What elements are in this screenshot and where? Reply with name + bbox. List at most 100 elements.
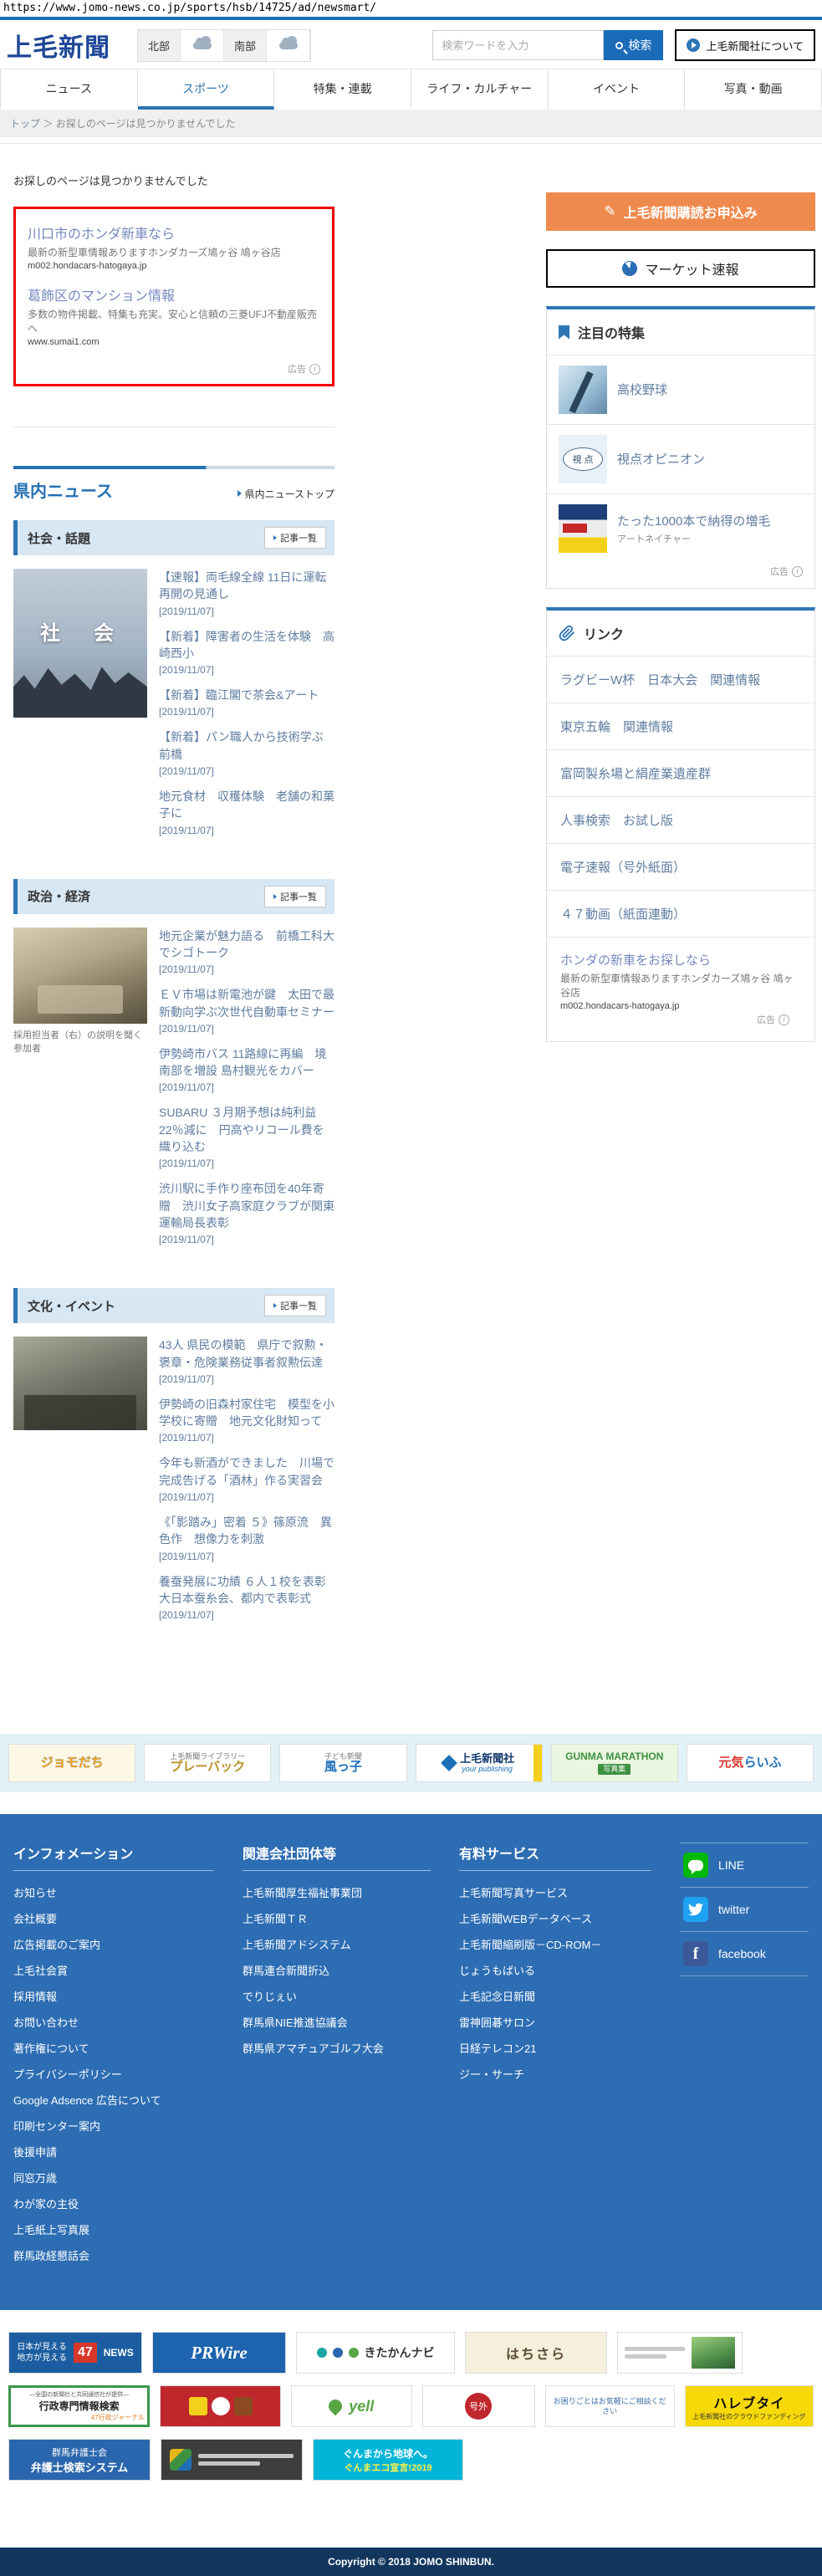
featured-item-koukou-yakyu[interactable]: 高校野球 xyxy=(547,355,814,424)
article-link[interactable]: 伊勢崎の旧森村家住宅 模型を小学校に寄贈 地元文化財知って xyxy=(159,1396,334,1430)
tab-sports[interactable]: スポーツ xyxy=(137,69,275,110)
silk-heritage-banner[interactable] xyxy=(617,2332,743,2374)
tab-features[interactable]: 特集・連載 xyxy=(274,69,412,110)
footer-link[interactable]: 雷神囲碁サロン xyxy=(459,2014,651,2030)
footer-link[interactable]: 上毛紙上写真展 xyxy=(13,2221,214,2237)
footer-link[interactable]: お問い合わせ xyxy=(13,2014,214,2030)
bar-association-banner[interactable]: 群馬弁護士会 弁護士検索システム xyxy=(8,2439,151,2481)
footer-link[interactable]: 採用情報 xyxy=(13,1988,214,2004)
playback-banner[interactable]: 上毛新聞ライブラリー プレーバック xyxy=(144,1744,272,1783)
politics-photo[interactable] xyxy=(13,927,147,1024)
gunma-eco-banner[interactable]: ぐんまから地球へ。 ぐんまエコ宣言!2019 xyxy=(313,2439,463,2481)
featured-item-shiten-opinion[interactable]: 視 点 視点オピニオン xyxy=(547,424,814,493)
link-47-video[interactable]: ４７動画（紙面連動） xyxy=(547,890,814,937)
footer-link[interactable]: 上毛新聞写真サービス xyxy=(459,1884,651,1900)
gogai-banner[interactable]: 号外 xyxy=(421,2385,535,2428)
marathon-banner[interactable]: GUNMA MARATHON 写真集 xyxy=(550,1744,678,1783)
footer-link[interactable]: 印刷センター案内 xyxy=(13,2118,214,2134)
article-link[interactable]: 【速報】両毛線全線 11日に運転再開の見通し xyxy=(159,569,334,603)
footer-link[interactable]: 後援申請 xyxy=(13,2144,214,2159)
footer-link[interactable]: プライバシーポリシー xyxy=(13,2066,214,2082)
footer-link[interactable]: でりじぇい xyxy=(243,1988,431,2004)
gunma-food-banner[interactable] xyxy=(160,2385,281,2428)
footer-link[interactable]: わが家の主役 xyxy=(13,2195,214,2211)
tab-news[interactable]: ニュース xyxy=(0,69,138,110)
article-link[interactable]: 地元企業が魅力語る 前橋工科大でシゴトーク xyxy=(159,928,334,962)
kitakan-navi-banner[interactable]: きたかんナビ xyxy=(296,2332,455,2374)
article-list-button[interactable]: 記事一覧 xyxy=(264,885,326,907)
article-link[interactable]: ＥＶ市場は新電池が鍵 太田で最新動向学ぶ次世代自動車セミナー xyxy=(159,986,334,1020)
footer-link[interactable]: 上毛社会賞 xyxy=(13,1962,214,1978)
footer-link[interactable]: 群馬県アマチュアゴルフ大会 xyxy=(243,2040,431,2056)
footer-link[interactable]: 群馬県NIE推進協議会 xyxy=(243,2014,431,2030)
adchoices-icon[interactable]: i xyxy=(309,363,320,375)
footer-link[interactable]: 群馬連合新聞折込 xyxy=(243,1962,431,1978)
footer-link[interactable]: 同窓万歳 xyxy=(13,2170,214,2185)
article-link[interactable]: 【新着】臨江閣で茶会&アート xyxy=(159,687,334,703)
kennai-top-link[interactable]: 県内ニューストップ xyxy=(237,487,334,501)
research-foundation-banner[interactable] xyxy=(161,2439,303,2481)
link-olympics[interactable]: 東京五輪 関連情報 xyxy=(547,703,814,749)
jomodachi-banner[interactable]: ジョモだち xyxy=(8,1744,136,1783)
article-link[interactable]: SUBARU ３月期予想は純利益22％減に 円高やリコール費を織り込む xyxy=(159,1104,334,1155)
sns-facebook-link[interactable]: f facebook xyxy=(680,1932,809,1977)
genki-life-banner[interactable]: 元気らいふ xyxy=(686,1744,814,1783)
ad-title-link[interactable]: 葛飾区のマンション情報 xyxy=(28,284,320,304)
prwire-banner[interactable]: PRWire xyxy=(152,2332,286,2374)
site-logo[interactable]: 上毛新聞 xyxy=(7,27,110,64)
article-link[interactable]: 《「影踏み」密着 ５》篠原流 異色作 想像力を刺激 xyxy=(159,1514,334,1548)
about-company-button[interactable]: 上毛新聞社について xyxy=(675,29,815,61)
link-denshi-sokuho[interactable]: 電子速報（号外紙面） xyxy=(547,843,814,890)
footer-link[interactable]: 上毛新聞アドシステム xyxy=(243,1936,431,1952)
ad-title-link[interactable]: 川口市のホンダ新車なら xyxy=(28,222,320,243)
publishing-banner[interactable]: 上毛新聞社 your publishing xyxy=(415,1744,543,1783)
footer-link[interactable]: 広告掲載のご案内 xyxy=(13,1936,214,1952)
article-list-button[interactable]: 記事一覧 xyxy=(264,1295,326,1317)
hachisara-banner[interactable]: はちさら xyxy=(465,2332,607,2374)
sns-line-link[interactable]: LINE xyxy=(680,1843,809,1889)
footer-link[interactable]: 会社概要 xyxy=(13,1910,214,1926)
link-rugby[interactable]: ラグビーW杯 日本大会 関連情報 xyxy=(547,656,814,703)
adchoices-icon[interactable]: i xyxy=(792,565,803,577)
footer-link[interactable]: お知らせ xyxy=(13,1884,214,1900)
market-report-button[interactable]: マーケット速報 xyxy=(546,249,815,288)
search-button[interactable]: 検索 xyxy=(604,30,664,60)
link-tomioka-silk[interactable]: 富岡製糸場と絹産業遺産群 xyxy=(547,749,814,796)
article-link[interactable]: 【新着】パン職人から技術学ぶ 前橋 xyxy=(159,728,335,763)
footer-link[interactable]: 日経テレコン21 xyxy=(459,2040,651,2056)
consultation-banner[interactable]: お困りごとはお気軽にご相談ください xyxy=(544,2385,675,2428)
footer-link[interactable]: じょうもばいる xyxy=(459,1962,651,1978)
ad-title-link[interactable]: ホンダの新車をお探しなら xyxy=(560,951,801,969)
article-link[interactable]: 渋川駅に手作り座布団を40年寄贈 渋川女子高家庭クラブが関東運輸局長表彰 xyxy=(159,1180,334,1231)
featured-item-ad[interactable]: たった1000本で納得の増毛 アートネイチャー xyxy=(547,493,814,563)
search-input[interactable] xyxy=(432,30,605,60)
article-link[interactable]: 43人 県民の模範 県庁で叙勲・褒章・危険業務従事者叙勲伝達 xyxy=(159,1337,334,1371)
yell-banner[interactable]: yell xyxy=(290,2385,412,2428)
tab-events[interactable]: イベント xyxy=(549,69,686,110)
footer-link[interactable]: 著作権について xyxy=(13,2040,214,2056)
culture-photo[interactable] xyxy=(13,1337,147,1431)
tab-photo-video[interactable]: 写真・動画 xyxy=(685,69,822,110)
adchoices-icon[interactable]: i xyxy=(779,1014,789,1025)
article-link[interactable]: 地元食材 収穫体験 老舗の和菓子に xyxy=(159,788,334,822)
47news-banner[interactable]: 日本が見える 地方が見える 47 NEWS xyxy=(8,2332,142,2374)
footer-link[interactable]: 上毛新聞縮刷版－CD-ROM－ xyxy=(459,1936,651,1952)
footer-link[interactable]: 上毛記念日新聞 xyxy=(459,1988,651,2004)
article-list-button[interactable]: 記事一覧 xyxy=(264,527,326,549)
footer-link[interactable]: 上毛新聞厚生福祉事業団 xyxy=(243,1884,431,1900)
article-link[interactable]: 【新着】障害者の生活を体験 高崎西小 xyxy=(159,628,334,662)
footer-link[interactable]: 上毛新聞ＴＲ xyxy=(243,1910,431,1926)
footer-link[interactable]: ジー・サーチ xyxy=(459,2066,651,2082)
kazakko-banner[interactable]: 子ども新聞 風っ子 xyxy=(279,1744,407,1783)
article-link[interactable]: 養蚕発展に功績 ６人１校を表彰 大日本蚕糸会、都内で表彰式 xyxy=(159,1573,338,1607)
tab-life-culture[interactable]: ライフ・カルチャー xyxy=(411,69,549,110)
subscribe-button[interactable]: ✎ 上毛新聞購読お申込み xyxy=(546,192,815,231)
society-photo[interactable]: 社 会 xyxy=(13,569,147,718)
article-link[interactable]: 伊勢崎市バス 11路線に再編 境南部を増設 島村観光をカバー xyxy=(159,1045,334,1080)
breadcrumb-home-link[interactable]: トップ xyxy=(10,118,40,130)
footer-link[interactable]: Google Adsence 広告について xyxy=(13,2092,214,2108)
link-jinji-search[interactable]: 人事検索 お試し版 xyxy=(547,796,814,843)
article-link[interactable]: 今年も新酒ができました 川場で完成告げる「酒林」作る実習会 xyxy=(159,1454,334,1489)
sns-twitter-link[interactable]: twitter xyxy=(680,1888,809,1933)
footer-link[interactable]: 群馬政経懇話会 xyxy=(13,2247,214,2263)
